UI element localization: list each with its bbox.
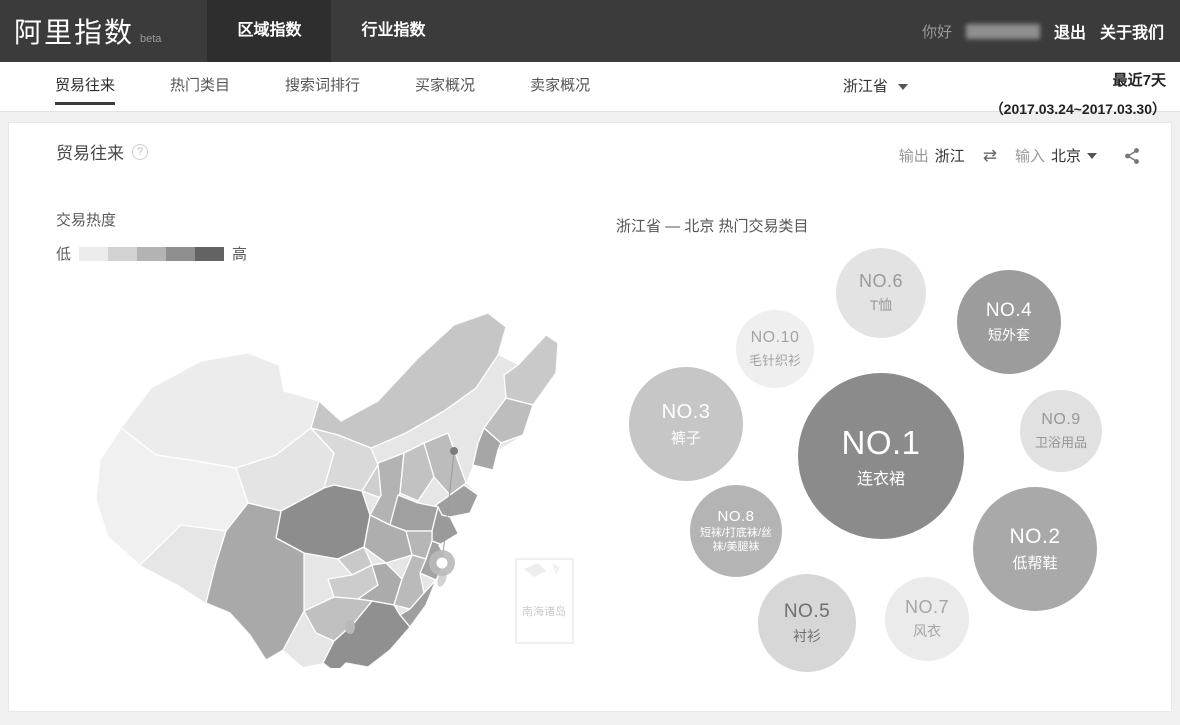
section-title: 贸易往来 xyxy=(56,144,124,163)
bubble-no9[interactable]: NO.9 卫浴用品 xyxy=(1020,390,1102,472)
bubble-rank: NO.3 xyxy=(661,400,711,423)
legend-swatch xyxy=(166,246,196,261)
input-value: 北京 xyxy=(1050,148,1081,165)
period-info: 最近7天 （2017.03.24~2017.03.30） xyxy=(990,69,1166,119)
bubble-category: 低帮鞋 xyxy=(1012,555,1058,572)
bubble-no1[interactable]: NO.1 连衣裙 xyxy=(798,373,964,539)
bubble-category: 毛针织衫 xyxy=(748,353,801,368)
input-selector[interactable]: 输入 北京 xyxy=(1015,145,1097,166)
bubble-no3[interactable]: NO.3 裤子 xyxy=(629,367,743,481)
province-selector[interactable]: 浙江省 xyxy=(843,62,908,112)
bubble-category: 连衣裙 xyxy=(856,470,905,488)
trade-flows-panel: 贸易往来 ? 输出 浙江 ⇄ 输入 北京 交易热度 低 高 南海诸岛 浙江省 —… xyxy=(8,122,1172,712)
legend-gradient xyxy=(79,246,225,261)
bubble-rank: NO.5 xyxy=(783,600,831,622)
tab-region-index[interactable]: 区域指数 xyxy=(207,0,332,62)
bubble-category: 衬衫 xyxy=(793,627,821,644)
bubble-rank: NO.7 xyxy=(904,597,949,617)
chevron-down-icon xyxy=(1087,152,1097,159)
bubble-no7[interactable]: NO.7 风衣 xyxy=(885,577,969,661)
date-range: （2017.03.24~2017.03.30） xyxy=(989,101,1166,117)
province-patches xyxy=(96,313,558,673)
logout-link[interactable]: 退出 xyxy=(1054,19,1086,43)
bubble-rank: NO.8 xyxy=(717,507,755,525)
top-navbar: 阿里指数 beta 区域指数 行业指数 你好 退出 关于我们 xyxy=(0,0,1180,62)
bubble-no4[interactable]: NO.4 短外套 xyxy=(957,270,1061,374)
bubble-no2[interactable]: NO.2 低帮鞋 xyxy=(973,487,1097,611)
help-icon[interactable]: ? xyxy=(132,143,148,160)
bubble-rank: NO.2 xyxy=(1009,525,1061,548)
username-redacted xyxy=(965,23,1040,39)
bubble-rank: NO.4 xyxy=(985,299,1033,321)
section-header: 贸易往来 ? xyxy=(56,139,148,164)
legend-low-label: 低 xyxy=(56,246,72,263)
beijing-marker xyxy=(450,447,458,455)
user-area: 你好 退出 关于我们 xyxy=(922,0,1164,62)
input-label: 输入 xyxy=(1014,148,1045,165)
bubble-category: 短袜/打底袜/丝袜/美腿袜 xyxy=(699,526,773,553)
bubble-rank: NO.10 xyxy=(750,329,800,346)
subtab-buyer-overview[interactable]: 买家概况 xyxy=(415,62,475,112)
swap-direction-icon[interactable]: ⇄ xyxy=(983,146,997,166)
tab-industry-index[interactable]: 行业指数 xyxy=(331,0,455,62)
output-label: 输出 xyxy=(898,148,929,165)
bubble-no6[interactable]: NO.6 T恤 xyxy=(836,248,926,338)
legend-swatch xyxy=(108,246,138,261)
hainan-shape xyxy=(345,620,355,634)
share-icon[interactable] xyxy=(1123,147,1141,165)
flow-direction-controls: 输出 浙江 ⇄ 输入 北京 xyxy=(899,145,1141,166)
app-logo-text: 阿里指数 xyxy=(14,17,135,48)
bubble-rank: NO.1 xyxy=(841,423,921,461)
period-label: 最近7天 xyxy=(1112,72,1166,89)
heat-legend: 低 高 xyxy=(56,243,247,264)
subtab-seller-overview[interactable]: 卖家概况 xyxy=(530,62,590,112)
china-heat-map[interactable]: 南海诸岛 xyxy=(76,263,576,673)
inset-label: 南海诸岛 xyxy=(522,604,566,618)
subtab-search-ranking[interactable]: 搜索词排行 xyxy=(285,62,360,112)
bubble-category: 短外套 xyxy=(988,326,1030,343)
heat-legend-title: 交易热度 xyxy=(56,212,117,229)
zhejiang-marker xyxy=(429,550,455,576)
beta-badge: beta xyxy=(140,33,162,45)
bubble-rank: NO.6 xyxy=(858,271,903,291)
subtab-trade-flows[interactable]: 贸易往来 xyxy=(55,62,116,112)
greeting-text: 你好 xyxy=(921,23,952,41)
bubble-no10[interactable]: NO.10 毛针织衫 xyxy=(736,310,814,388)
province-selector-value: 浙江省 xyxy=(842,78,888,95)
legend-swatch xyxy=(195,246,225,261)
output-value: 浙江 xyxy=(934,148,965,165)
bubble-chart-title: 浙江省 — 北京 热门交易类目 xyxy=(616,218,809,235)
bubble-no5[interactable]: NO.5 衬衫 xyxy=(758,574,856,672)
about-us-link[interactable]: 关于我们 xyxy=(1100,19,1164,43)
south-china-sea-inset: 南海诸岛 xyxy=(515,558,574,644)
sub-navbar: 贸易往来 热门类目 搜索词排行 买家概况 卖家概况 浙江省 最近7天 （2017… xyxy=(0,62,1180,117)
bubble-no8[interactable]: NO.8 短袜/打底袜/丝袜/美腿袜 xyxy=(690,485,782,577)
legend-swatch xyxy=(79,246,109,261)
topnav-tabs: 区域指数 行业指数 xyxy=(207,0,455,62)
bubble-category: 风衣 xyxy=(913,623,941,639)
legend-high-label: 高 xyxy=(232,246,248,263)
legend-swatch xyxy=(137,246,167,261)
bubble-rank: NO.9 xyxy=(1041,411,1081,428)
app-logo: 阿里指数 beta xyxy=(14,11,161,51)
chevron-down-icon xyxy=(898,84,908,91)
bubble-category: 卫浴用品 xyxy=(1034,435,1087,450)
bubble-category: 裤子 xyxy=(670,429,701,447)
subtab-hot-categories[interactable]: 热门类目 xyxy=(170,62,230,112)
bubble-category: T恤 xyxy=(869,297,893,313)
